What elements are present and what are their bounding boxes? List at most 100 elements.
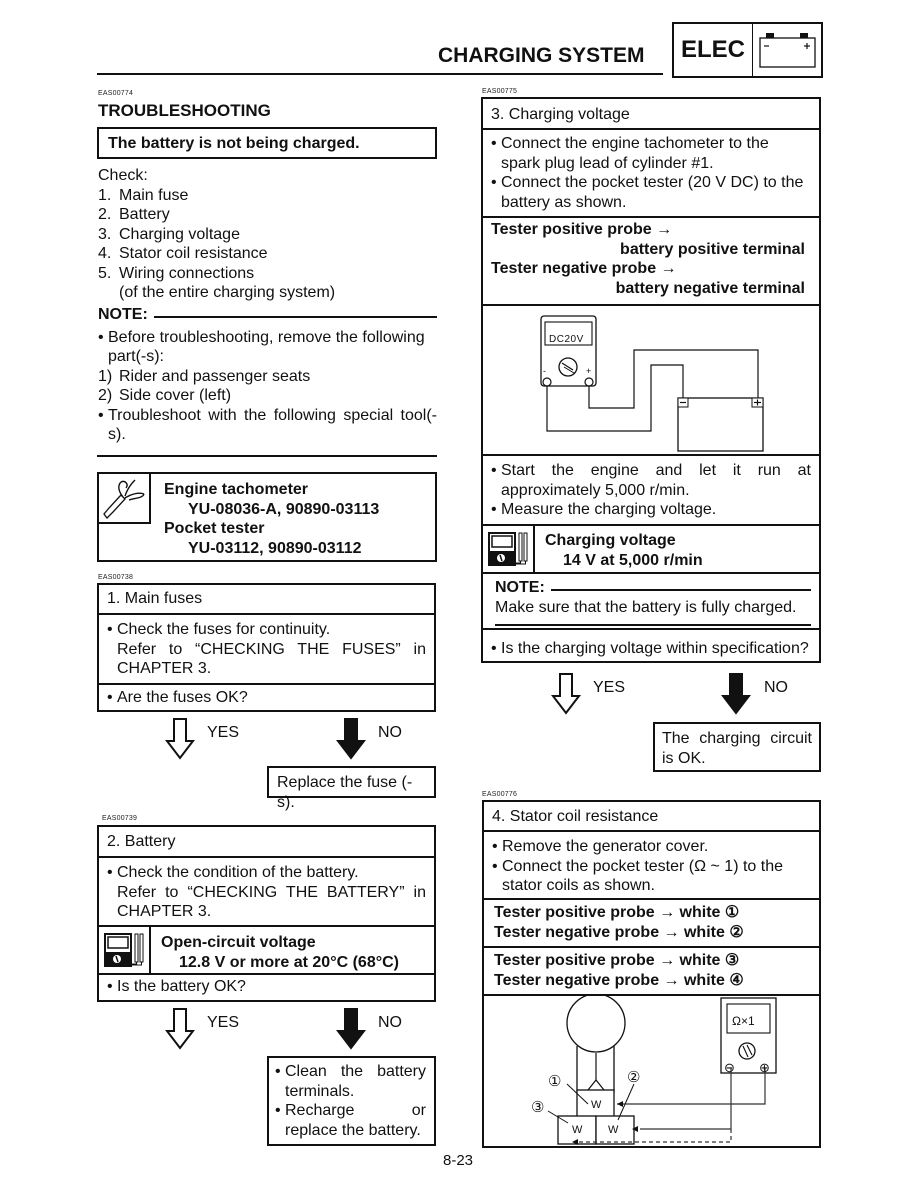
yes-arrow-icon: [165, 718, 195, 760]
no-label: NO: [378, 724, 402, 741]
meter-display: DC20V: [549, 334, 584, 345]
probe-positive-target: battery positive terminal: [620, 240, 805, 258]
step-4-probe-pair-2: Tester positive probe → white ③ Tester n…: [484, 948, 819, 996]
tool-1-name: Engine tachometer: [164, 481, 309, 498]
note-item: Side cover (left): [119, 387, 232, 404]
step-2-box: 2. Battery • Check the condition of the b…: [97, 825, 436, 1002]
check-item: 2. Battery: [98, 206, 170, 223]
step-1-no-action: Replace the fuse (-s).: [277, 774, 413, 811]
spec-value: 14 V at 5,000 r/min: [563, 551, 703, 569]
check-item: 3. Charging voltage: [98, 225, 240, 243]
stator-coil-diagram: Ω×1 ⊖ ⊕ ① ② ③ W W W: [484, 996, 819, 1146]
step-4-instruction: Connect the pocket tester (Ω ~ 1) to the…: [502, 857, 783, 895]
step-1-code: EAS00738: [98, 574, 134, 581]
no-label: NO: [378, 1014, 402, 1031]
spec-value: 12.8 V or more at 20°C (68°C): [179, 953, 399, 971]
tool-1-code: YU-08036-A, 90890-03113: [188, 501, 380, 518]
step-3-probe-connections: Tester positive probe → battery positive…: [483, 218, 819, 306]
battery-icon: [753, 24, 821, 76]
step-2-question: Is the battery OK?: [117, 978, 246, 995]
step-3-no-action: The charging circuit is OK.: [662, 730, 812, 767]
step-3-question: Is the charging voltage within specifica…: [501, 640, 809, 657]
page-number: 8-23: [443, 1152, 474, 1169]
meter-minus: ⊖: [724, 1060, 735, 1075]
note-block: NOTE: • Before troubleshooting, remove th…: [98, 306, 437, 443]
step-1-reference: Refer to “CHECKING THE FUSES” in CHAPTER…: [117, 640, 426, 678]
wire-label: W: [572, 1124, 583, 1136]
troubleshooting-heading: TROUBLESHOOTING: [98, 101, 271, 120]
section-badge: ELEC: [672, 22, 823, 78]
note-end-rule: [97, 455, 437, 457]
probe-negative: Tester negative probe → white ②: [494, 923, 744, 941]
yes-label: YES: [207, 1014, 240, 1031]
yes-arrow-icon: [551, 673, 581, 715]
probe-negative-label: Tester negative probe →: [491, 260, 677, 277]
check-item: 4. Stator coil resistance: [98, 245, 268, 262]
step-2-title: 2. Battery: [99, 827, 434, 858]
step-3-spec: Charging voltage 14 V at 5,000 r/min: [483, 526, 819, 574]
note-end-rule: [495, 624, 811, 626]
special-tools-box: Engine tachometer YU-08036-A, 90890-0311…: [97, 472, 437, 562]
step-3-title: 3. Charging voltage: [483, 99, 819, 130]
wire-label: W: [608, 1124, 619, 1136]
no-arrow-icon: [336, 718, 366, 760]
step-1-no-action-box: Replace the fuse (-s).: [267, 766, 436, 811]
step-1-question: Are the fuses OK?: [117, 689, 248, 706]
yes-label: YES: [207, 724, 240, 741]
meter-plus: +: [586, 366, 592, 376]
step-4-title: 4. Stator coil resistance: [484, 802, 819, 832]
step-2-no-action: Recharge or replace the battery.: [285, 1102, 426, 1139]
note-item: Rider and passenger seats: [119, 367, 311, 385]
callout-2: ②: [627, 1069, 641, 1086]
header-rule: [97, 73, 663, 75]
spec-name: Charging voltage: [545, 532, 676, 549]
step-3-no-action-box: The charging circuit is OK.: [653, 722, 821, 772]
probe-positive: Tester positive probe → white ①: [494, 904, 740, 921]
step-1-box: 1. Main fuses • Check the fuses for conti…: [97, 583, 436, 712]
step-3-note: NOTE: Make sure that the battery is full…: [483, 574, 819, 630]
step-3-instruction: Connect the pocket tester (20 V DC) to t…: [501, 174, 804, 211]
stator: [566, 996, 626, 1053]
step-3-instruction: Start the engine and let it run at appro…: [501, 462, 811, 499]
step-3-box: 3. Charging voltage • Connect the engine …: [481, 97, 821, 663]
step-2-no-action-box: • Clean the battery terminals. • Recharge …: [267, 1056, 436, 1146]
probe-negative-target: battery negative terminal: [615, 279, 805, 297]
meter-plus: ⊕: [759, 1060, 770, 1075]
yes-label: YES: [593, 679, 626, 696]
step-4-probe-pair-1: Tester positive probe → white ① Tester n…: [484, 900, 819, 948]
step-4-code: EAS00776: [482, 791, 518, 798]
step-1-title: 1. Main fuses: [99, 585, 434, 615]
no-label: NO: [764, 679, 788, 696]
callout-3: ③: [531, 1099, 545, 1116]
battery: [677, 397, 764, 452]
no-arrow-icon: [721, 673, 751, 715]
step-3-instruction: Measure the charging voltage.: [501, 501, 717, 518]
probe-positive-label: Tester positive probe →: [491, 221, 673, 238]
note-label: NOTE:: [495, 579, 545, 596]
meter-display: Ω×1: [732, 1014, 755, 1028]
callout-1: ①: [548, 1073, 562, 1090]
note-rule: [153, 315, 437, 318]
step-3-code: EAS00775: [482, 88, 518, 95]
multimeter-icon: [99, 927, 151, 973]
problem-box: The battery is not being charged.: [97, 127, 437, 159]
wire-label: W: [591, 1099, 602, 1111]
spec-name: Open-circuit voltage: [161, 934, 316, 951]
note-label: NOTE:: [98, 306, 148, 323]
special-tool-icon: [99, 474, 151, 524]
check-label: Check:: [98, 167, 148, 184]
step-2-no-action: Clean the battery terminals.: [285, 1063, 426, 1100]
section-code: EAS00774: [98, 90, 134, 97]
step-3-instruction: Connect the engine tachometer to the spa…: [501, 135, 769, 172]
tool-2-name: Pocket tester: [164, 520, 265, 537]
step-1-instruction: Check the fuses for continuity.: [117, 621, 331, 638]
page-title: CHARGING SYSTEM: [438, 44, 645, 67]
check-item: 1. Main fuse: [98, 186, 189, 204]
step-2-instruction: Check the condition of the battery.: [117, 864, 359, 881]
charging-voltage-diagram: DC20V - +: [483, 306, 819, 456]
check-item-sub: (of the entire charging system): [119, 284, 336, 301]
problem-text: The battery is not being charged.: [108, 135, 360, 152]
step-2-reference: Refer to “CHECKING THE BATTERY” in CHAPT…: [117, 883, 426, 921]
note-rule: [550, 588, 811, 591]
no-arrow-icon: [336, 1008, 366, 1050]
